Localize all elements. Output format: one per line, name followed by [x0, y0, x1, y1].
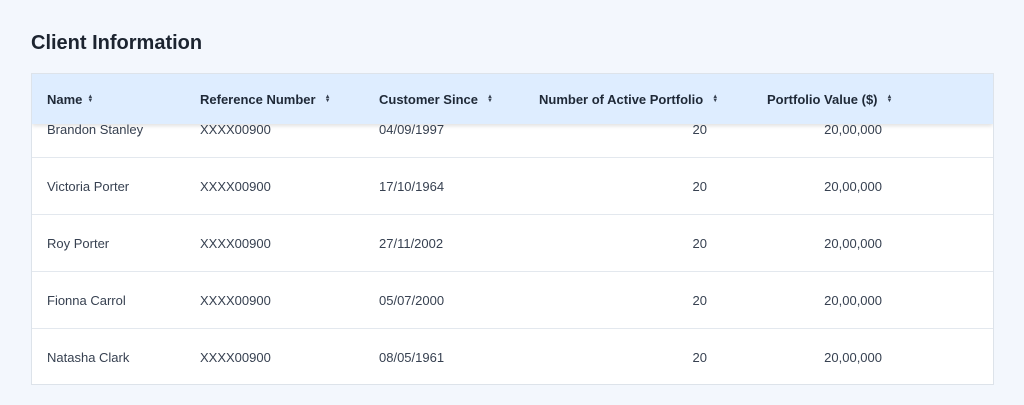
- table-row[interactable]: Victoria Porter XXXX00900 17/10/1964 20 …: [32, 158, 993, 215]
- sort-updown-icon[interactable]: ▲ ▼: [712, 94, 718, 104]
- cell-reference-number: XXXX00900: [200, 236, 271, 251]
- column-header-label: Reference Number: [200, 91, 316, 107]
- sort-updown-icon[interactable]: ▲ ▼: [887, 94, 893, 104]
- cell-active-portfolio: 20: [692, 293, 707, 308]
- table-row[interactable]: Natasha Clark XXXX00900 08/05/1961 20 20…: [32, 329, 993, 384]
- cell-portfolio-value: 20,00,000: [824, 350, 882, 365]
- sort-updown-icon[interactable]: ▲ ▼: [487, 94, 493, 104]
- cell-customer-since: 08/05/1961: [379, 350, 445, 365]
- cell-reference-number: XXXX00900: [200, 350, 271, 365]
- cell-reference-number: XXXX00900: [200, 179, 271, 194]
- table-header: Name ▲ ▼ Reference Number ▲ ▼ Customer Sin…: [32, 74, 993, 124]
- cell-portfolio-value: 20,00,000: [824, 236, 882, 251]
- cell-reference-number: XXXX00900: [200, 293, 271, 308]
- column-header-customer-since[interactable]: Customer Since ▲ ▼: [379, 74, 493, 124]
- page-title: Client Information: [31, 32, 203, 54]
- cell-customer-since: 27/11/2002: [379, 236, 444, 251]
- column-header-name[interactable]: Name ▲ ▼: [47, 74, 93, 124]
- cell-name: Natasha Clark: [47, 350, 130, 365]
- client-table: Brandon Stanley XXXX00900 04/09/1997 20 …: [31, 73, 994, 385]
- cell-active-portfolio: 20: [692, 350, 707, 365]
- cell-customer-since: 17/10/1964: [379, 179, 445, 194]
- cell-active-portfolio: 20: [692, 236, 707, 251]
- cell-customer-since: 05/07/2000: [379, 293, 445, 308]
- column-header-label: Portfolio Value ($): [767, 91, 878, 107]
- sort-updown-icon[interactable]: ▲ ▼: [325, 94, 331, 104]
- column-header-label: Number of Active Portfolio: [539, 91, 704, 107]
- cell-active-portfolio: 20: [692, 179, 707, 194]
- column-header-reference-number[interactable]: Reference Number ▲ ▼: [200, 74, 331, 124]
- cell-name: Roy Porter: [47, 236, 110, 251]
- column-header-label: Name: [47, 91, 83, 107]
- sort-updown-icon[interactable]: ▲ ▼: [87, 94, 93, 104]
- cell-portfolio-value: 20,00,000: [824, 179, 882, 194]
- column-header-active-portfolio[interactable]: Number of Active Portfolio ▲ ▼: [539, 74, 718, 124]
- cell-name: Victoria Porter: [47, 179, 130, 194]
- table-row[interactable]: Fionna Carrol XXXX00900 05/07/2000 20 20…: [32, 272, 993, 329]
- table-row[interactable]: Roy Porter XXXX00900 27/11/2002 20 20,00…: [32, 215, 993, 272]
- column-header-portfolio-value[interactable]: Portfolio Value ($) ▲ ▼: [767, 74, 892, 124]
- column-header-label: Customer Since: [379, 91, 478, 107]
- cell-portfolio-value: 20,00,000: [824, 293, 882, 308]
- cell-name: Fionna Carrol: [47, 293, 126, 308]
